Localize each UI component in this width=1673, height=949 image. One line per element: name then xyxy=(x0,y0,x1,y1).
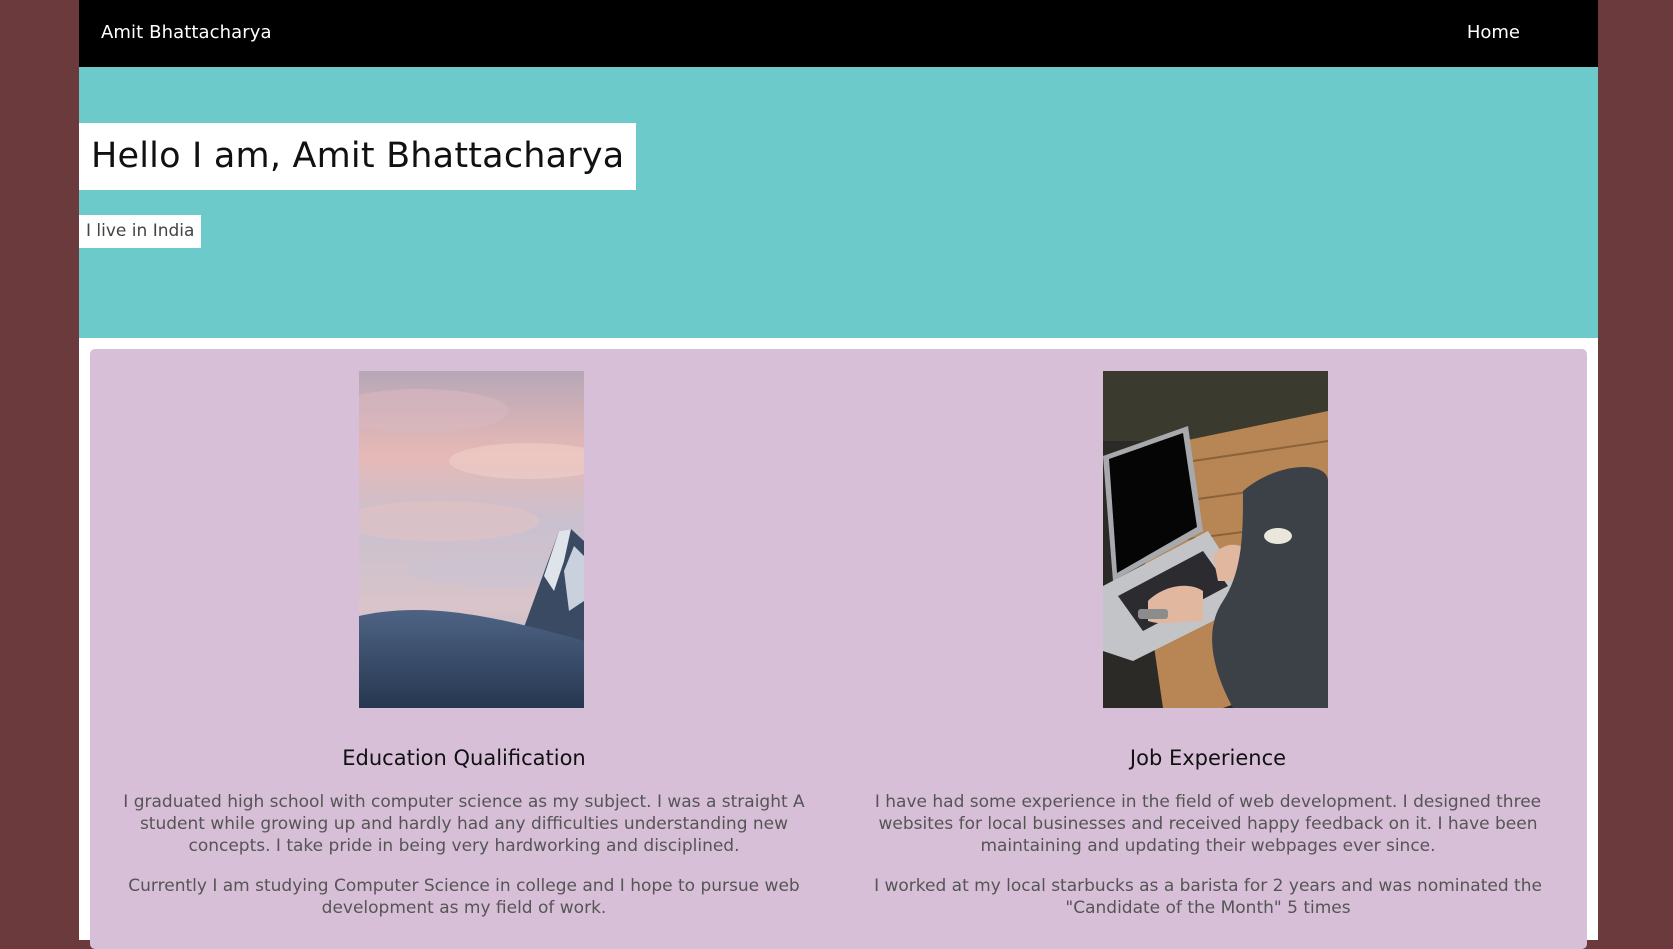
navbar-brand[interactable]: Amit Bhattacharya xyxy=(101,22,272,43)
laptop-photo xyxy=(1103,371,1328,708)
page-container: Amit Bhattacharya Home Hello I am, Amit … xyxy=(79,0,1598,949)
education-paragraph-1: I graduated high school with computer sc… xyxy=(123,792,805,856)
education-paragraph-2: Currently I am studying Computer Science… xyxy=(128,876,800,918)
education-title: Education Qualification xyxy=(342,746,586,770)
content-card: Education Qualification I graduated high… xyxy=(90,349,1587,949)
job-title: Job Experience xyxy=(1129,746,1287,770)
navbar: Amit Bhattacharya Home xyxy=(79,0,1598,67)
nav-home-link[interactable]: Home xyxy=(1467,22,1520,43)
job-paragraph-1: I have had some experience in the field … xyxy=(874,792,1542,856)
hero-title: Hello I am, Amit Bhattacharya xyxy=(79,123,637,190)
hero-subtitle: I live in India xyxy=(79,215,202,248)
job-paragraph-2: I worked at my local starbucks as a bari… xyxy=(874,876,1542,918)
mountain-photo xyxy=(359,371,584,708)
hero-section: Hello I am, Amit Bhattacharya I live in … xyxy=(79,67,1598,338)
